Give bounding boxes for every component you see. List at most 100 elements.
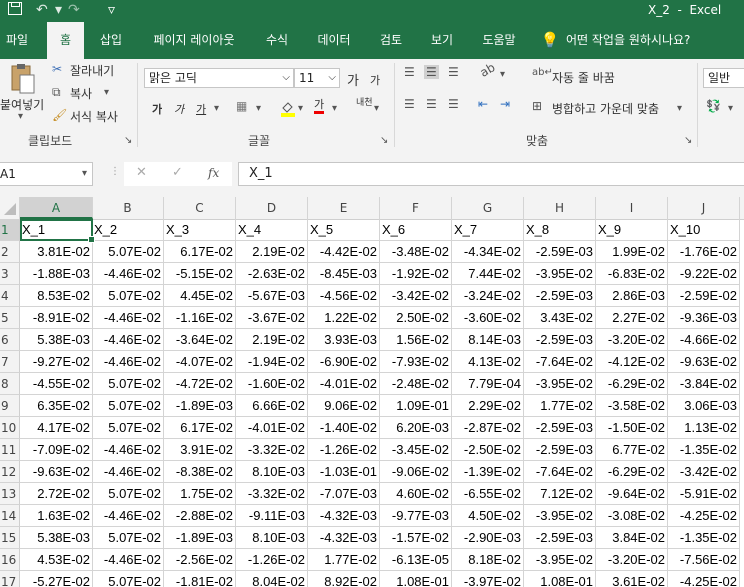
- cell-e17[interactable]: 8.92E-02: [308, 571, 380, 587]
- cell-d11[interactable]: -3.32E-02: [236, 439, 308, 461]
- cell-j10[interactable]: 1.13E-02: [668, 417, 740, 439]
- column-header-d[interactable]: D: [236, 197, 308, 219]
- cell-e3[interactable]: -8.45E-03: [308, 263, 380, 285]
- cell-a12[interactable]: -9.63E-02: [20, 461, 93, 483]
- paste-icon[interactable]: [8, 63, 36, 95]
- cell-a7[interactable]: -9.27E-02: [20, 351, 93, 373]
- cell-g12[interactable]: -1.39E-02: [452, 461, 524, 483]
- font-name-combo[interactable]: 맑은 고딕 ⌵: [144, 68, 294, 88]
- save-icon[interactable]: [8, 2, 22, 15]
- row-header-8[interactable]: 8: [0, 373, 20, 395]
- cell-j5[interactable]: -9.36E-03: [668, 307, 740, 329]
- cell-h5[interactable]: 3.43E-02: [524, 307, 596, 329]
- formula-input[interactable]: X_1: [238, 162, 744, 186]
- cell-g10[interactable]: -2.87E-02: [452, 417, 524, 439]
- cell-i6[interactable]: -3.20E-02: [596, 329, 668, 351]
- cell-e12[interactable]: -1.03E-01: [308, 461, 380, 483]
- cell-i9[interactable]: -3.58E-02: [596, 395, 668, 417]
- cell-h8[interactable]: -3.95E-02: [524, 373, 596, 395]
- font-launcher-icon[interactable]: ↘: [380, 135, 388, 146]
- underline-dropdown-icon[interactable]: ▾: [214, 103, 219, 114]
- decrease-indent-icon[interactable]: ⇤: [478, 97, 488, 111]
- cell-g13[interactable]: -6.55E-02: [452, 483, 524, 505]
- cell-g8[interactable]: 7.79E-04: [452, 373, 524, 395]
- cell-j6[interactable]: -4.66E-02: [668, 329, 740, 351]
- cell-e7[interactable]: -6.90E-02: [308, 351, 380, 373]
- row-header-14[interactable]: 14: [0, 505, 20, 527]
- cell-g3[interactable]: 7.44E-02: [452, 263, 524, 285]
- cell-j8[interactable]: -3.84E-02: [668, 373, 740, 395]
- cell-h14[interactable]: -3.95E-02: [524, 505, 596, 527]
- borders-icon[interactable]: ▦: [236, 99, 247, 113]
- cell-c16[interactable]: -2.56E-02: [164, 549, 236, 571]
- cell-i2[interactable]: 1.99E-02: [596, 241, 668, 263]
- column-header-c[interactable]: C: [164, 197, 236, 219]
- insert-function-button[interactable]: fx: [208, 164, 219, 182]
- wrap-text-button[interactable]: 자동 줄 바꿈: [552, 69, 615, 86]
- row-header-2[interactable]: 2: [0, 241, 20, 263]
- cell-j7[interactable]: -9.63E-02: [668, 351, 740, 373]
- cancel-icon[interactable]: ✕: [136, 164, 147, 182]
- cell-a3[interactable]: -1.88E-03: [20, 263, 93, 285]
- tab-review[interactable]: 검토: [372, 22, 410, 59]
- cell-c3[interactable]: -5.15E-02: [164, 263, 236, 285]
- cell-f13[interactable]: 4.60E-02: [380, 483, 452, 505]
- cell-c13[interactable]: 1.75E-02: [164, 483, 236, 505]
- cell-e11[interactable]: -1.26E-02: [308, 439, 380, 461]
- cell-g14[interactable]: 4.50E-02: [452, 505, 524, 527]
- cell-a6[interactable]: 5.38E-03: [20, 329, 93, 351]
- cell-g4[interactable]: -3.24E-02: [452, 285, 524, 307]
- cell-g11[interactable]: -2.50E-02: [452, 439, 524, 461]
- clipboard-launcher-icon[interactable]: ↘: [124, 135, 132, 146]
- row-header-7[interactable]: 7: [0, 351, 20, 373]
- accounting-format-icon[interactable]: 💱: [706, 99, 721, 113]
- row-header-17[interactable]: 17: [0, 571, 20, 587]
- cell-b16[interactable]: -4.46E-02: [92, 549, 164, 571]
- cell-j4[interactable]: -2.59E-02: [668, 285, 740, 307]
- cell-h9[interactable]: 1.77E-02: [524, 395, 596, 417]
- cell-h4[interactable]: -2.59E-03: [524, 285, 596, 307]
- cell-f7[interactable]: -7.93E-02: [380, 351, 452, 373]
- cell-h13[interactable]: 7.12E-02: [524, 483, 596, 505]
- cell-e4[interactable]: -4.56E-02: [308, 285, 380, 307]
- fill-color-dropdown-icon[interactable]: ▾: [298, 103, 303, 114]
- redo-icon[interactable]: ↷: [68, 2, 80, 18]
- cell-g17[interactable]: -3.97E-02: [452, 571, 524, 587]
- cell-j9[interactable]: 3.06E-03: [668, 395, 740, 417]
- row-header-1[interactable]: 1: [0, 219, 20, 241]
- cell-j17[interactable]: -4.25E-02: [668, 571, 740, 587]
- cell-f16[interactable]: -6.13E-05: [380, 549, 452, 571]
- row-header-10[interactable]: 10: [0, 417, 20, 439]
- cell-c9[interactable]: -1.89E-03: [164, 395, 236, 417]
- cell-e1[interactable]: X_5: [308, 219, 380, 241]
- enter-icon[interactable]: ✓: [172, 164, 183, 182]
- row-header-4[interactable]: 4: [0, 285, 20, 307]
- cell-j12[interactable]: -3.42E-02: [668, 461, 740, 483]
- cell-b9[interactable]: 5.07E-02: [92, 395, 164, 417]
- align-right-icon[interactable]: ☰: [448, 97, 459, 111]
- cell-h16[interactable]: -3.95E-02: [524, 549, 596, 571]
- cell-a14[interactable]: 1.63E-02: [20, 505, 93, 527]
- cell-i13[interactable]: -9.64E-02: [596, 483, 668, 505]
- cell-f8[interactable]: -2.48E-02: [380, 373, 452, 395]
- cell-b12[interactable]: -4.46E-02: [92, 461, 164, 483]
- fill-color-icon[interactable]: [280, 99, 296, 117]
- cell-c11[interactable]: 3.91E-02: [164, 439, 236, 461]
- cell-h1[interactable]: X_8: [524, 219, 596, 241]
- cell-e16[interactable]: 1.77E-02: [308, 549, 380, 571]
- cell-f15[interactable]: -1.57E-02: [380, 527, 452, 549]
- cell-f10[interactable]: 6.20E-03: [380, 417, 452, 439]
- cell-j13[interactable]: -5.91E-02: [668, 483, 740, 505]
- cell-f14[interactable]: -9.77E-03: [380, 505, 452, 527]
- cell-b10[interactable]: 5.07E-02: [92, 417, 164, 439]
- cell-e14[interactable]: -4.32E-03: [308, 505, 380, 527]
- tab-data[interactable]: 데이터: [310, 22, 358, 59]
- cell-a13[interactable]: 2.72E-02: [20, 483, 93, 505]
- cell-d3[interactable]: -2.63E-02: [236, 263, 308, 285]
- cell-h11[interactable]: -2.59E-03: [524, 439, 596, 461]
- cell-e15[interactable]: -4.32E-03: [308, 527, 380, 549]
- cell-c6[interactable]: -3.64E-02: [164, 329, 236, 351]
- cut-button[interactable]: 잘라내기: [70, 62, 114, 79]
- orientation-dropdown-icon[interactable]: ▾: [500, 69, 505, 80]
- row-header-9[interactable]: 9: [0, 395, 20, 417]
